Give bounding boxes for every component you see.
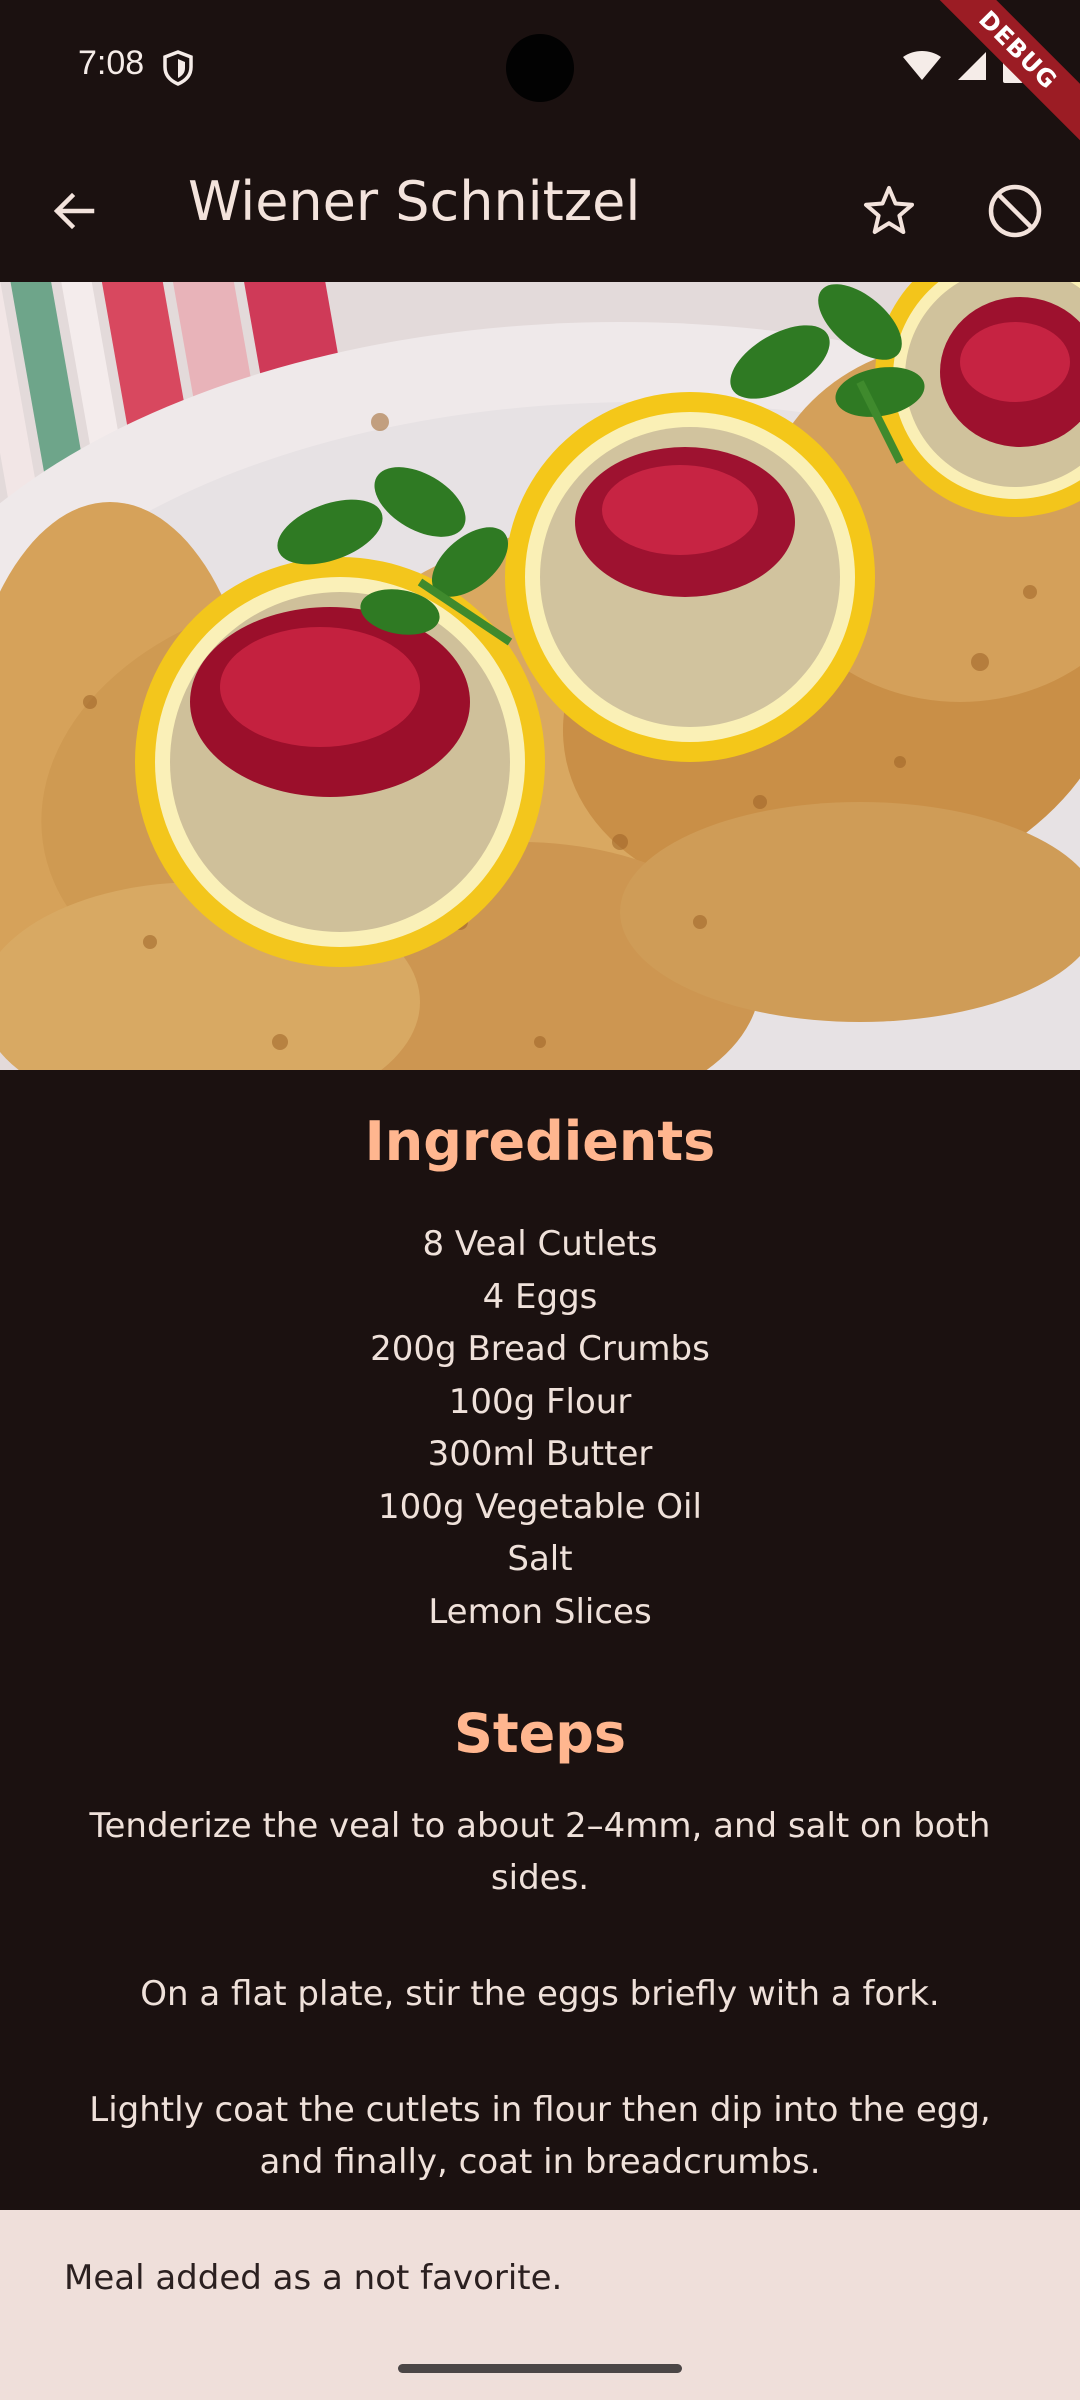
ingredient-item: 4 Eggs <box>482 1276 598 1317</box>
camera-cutout <box>506 34 574 102</box>
back-arrow-icon <box>53 192 95 230</box>
ingredient-item: 200g Bread Crumbs <box>370 1329 710 1369</box>
ingredient-item: Lemon Slices <box>428 1591 652 1632</box>
ingredient-item: Salt <box>507 1539 573 1579</box>
block-icon <box>988 184 1042 238</box>
app-bar: Wiener Schnitzel <box>0 140 1080 282</box>
step-item: Tenderize the veal to about 2–4mm, and s… <box>89 1806 991 1898</box>
ingredients-list: 8 Veal Cutlets 4 Eggs 200g Bread Crumbs … <box>0 1218 1080 1638</box>
debug-banner: DEBUG <box>920 0 1080 160</box>
shield-icon <box>162 50 194 90</box>
ingredients-heading: Ingredients <box>364 1110 716 1173</box>
back-button[interactable] <box>40 178 106 244</box>
meal-photo <box>0 282 1080 1070</box>
status-bar: 7:08 DEBUG <box>0 0 1080 149</box>
step-item: Lightly coat the cutlets in flour then d… <box>89 2090 991 2182</box>
meal-image <box>0 282 1080 1070</box>
page-title: Wiener Schnitzel <box>188 170 641 233</box>
steps-heading: Steps <box>453 1702 627 1765</box>
home-indicator[interactable] <box>398 2364 682 2373</box>
debug-label: DEBUG <box>920 0 1080 149</box>
ingredient-item: 300ml Butter <box>427 1434 653 1474</box>
snackbar-message: Meal added as a not favorite. <box>64 2258 563 2298</box>
status-time: 7:08 <box>78 44 145 82</box>
ingredient-item: 8 Veal Cutlets <box>422 1224 658 1264</box>
step-item: On a flat plate, stir the eggs briefly w… <box>140 1974 940 2014</box>
ingredient-item: 100g Vegetable Oil <box>378 1486 702 1527</box>
ingredient-item: 100g Flour <box>448 1381 632 1422</box>
steps-list: Tenderize the veal to about 2–4mm, and s… <box>0 1800 1080 2252</box>
star-outline-icon <box>864 186 914 234</box>
favorite-button[interactable] <box>856 178 922 244</box>
not-favorite-button[interactable] <box>982 178 1048 244</box>
